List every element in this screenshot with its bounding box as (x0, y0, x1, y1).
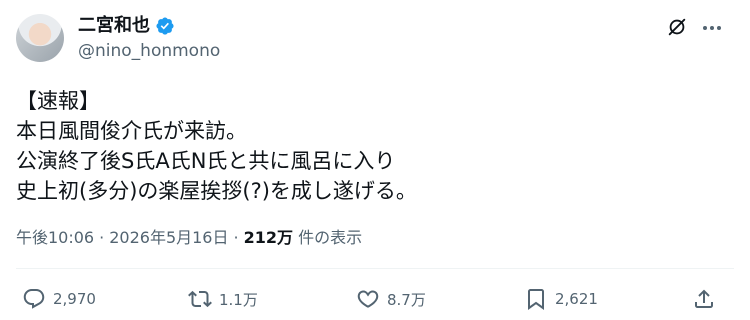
bookmark-count: 2,621 (555, 290, 598, 308)
post-time[interactable]: 午後10:06 (16, 228, 94, 247)
user-handle[interactable]: @nino_honmono (78, 40, 220, 62)
tweet-line: 【速報】 (16, 89, 100, 113)
verified-badge-icon (156, 17, 174, 35)
retweet-count: 1.1万 (219, 290, 258, 309)
reply-icon (23, 289, 45, 309)
like-button[interactable]: 8.7万 (356, 286, 426, 312)
tweet-line: 公演終了後S氏A氏N氏と共に風呂に入り (16, 149, 396, 173)
divider (16, 268, 734, 269)
post-meta: 午後10:06 · 2026年5月16日 · 212万 件の表示 (16, 228, 362, 248)
meta-separator: · (99, 228, 105, 247)
share-icon (695, 289, 713, 308)
bookmark-icon (528, 289, 544, 310)
bookmark-button[interactable]: 2,621 (524, 286, 598, 312)
post-date[interactable]: 2026年5月16日 (109, 228, 228, 247)
reply-count: 2,970 (53, 290, 96, 308)
reply-button[interactable]: 2,970 (22, 286, 96, 312)
meta-separator: · (233, 228, 239, 247)
tweet-line: 史上初(多分)の楽屋挨拶(?)を成し遂げる。 (16, 179, 417, 203)
more-icon[interactable] (700, 16, 724, 40)
heart-icon (357, 290, 379, 308)
display-name[interactable]: 二宮和也 (78, 14, 150, 38)
tweet-text: 【速報】 本日風間俊介氏が来訪。 公演終了後S氏A氏N氏と共に風呂に入り 史上初… (16, 86, 716, 206)
post: 二宮和也 @nino_honmono 【速報】 本日風間俊介氏が来訪。 公演終了… (0, 0, 750, 320)
avatar[interactable] (16, 14, 64, 62)
tweet-line: 本日風間俊介氏が来訪。 (16, 119, 247, 143)
like-count: 8.7万 (387, 290, 426, 309)
retweet-button[interactable]: 1.1万 (188, 286, 258, 312)
grok-icon[interactable] (666, 16, 688, 38)
views-count: 212万 (243, 228, 293, 247)
views-label: 件の表示 (298, 228, 363, 247)
retweet-icon (188, 290, 212, 308)
share-button[interactable] (692, 286, 716, 312)
